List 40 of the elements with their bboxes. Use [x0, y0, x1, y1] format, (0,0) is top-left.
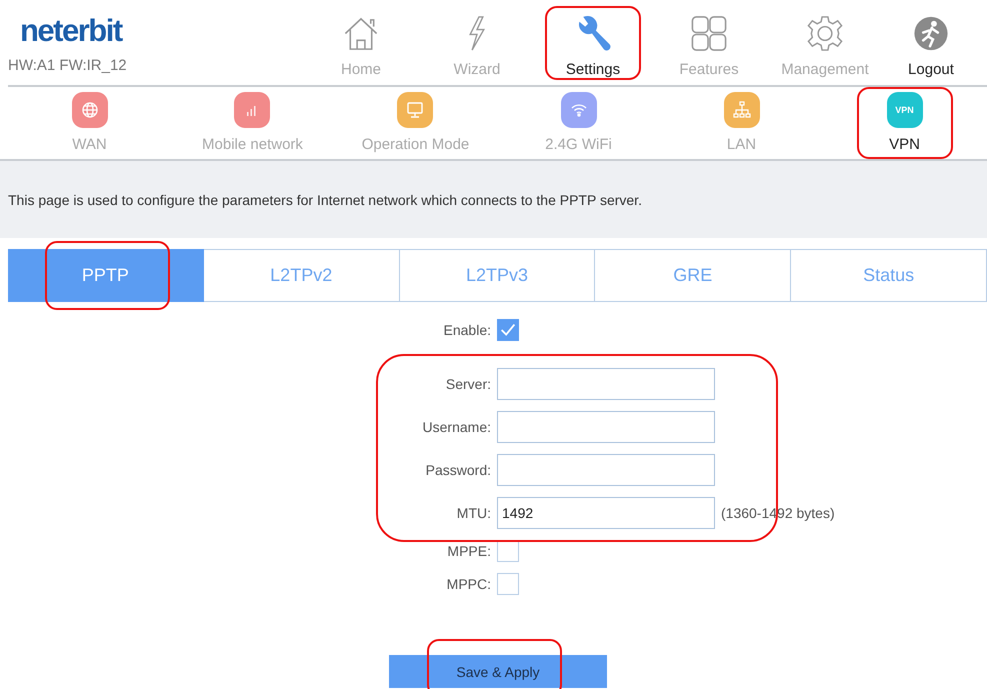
checkbox[interactable] [497, 573, 519, 595]
version-text: HW:A1 FW:IR_12 [8, 57, 127, 74]
nav-item[interactable]: Features [661, 6, 757, 80]
nav-item[interactable]: Management [777, 6, 873, 80]
category-item[interactable]: Operation Mode [354, 87, 478, 159]
nav-item[interactable]: Wizard [429, 6, 525, 80]
save-button[interactable]: Save & Apply [389, 655, 607, 688]
checkbox[interactable] [497, 540, 519, 562]
nav-item[interactable]: Home [313, 6, 409, 80]
page-description: This page is used to configure the parameters for Internet network which connects to the PPTP server. [8, 192, 642, 208]
field-label: Server: [444, 376, 492, 392]
field-label: Password: [424, 462, 492, 478]
tab[interactable]: PPTP [8, 249, 204, 302]
grid-icon [689, 14, 729, 53]
category-item[interactable]: 2.4G WiFi [530, 87, 626, 159]
tab[interactable]: GRE [595, 249, 792, 302]
category-item[interactable]: LAN [694, 87, 790, 159]
input-field[interactable]: 1492 [497, 497, 715, 529]
category-item[interactable]: WAN [42, 87, 138, 159]
nav-item[interactable]: Settings [545, 6, 641, 80]
globe-icon [80, 100, 100, 120]
tab[interactable]: L2TPv3 [400, 249, 596, 302]
category-tile: VPN [886, 92, 922, 128]
tab[interactable]: Status [791, 249, 987, 302]
checkbox[interactable] [497, 319, 519, 341]
input-field[interactable] [497, 454, 715, 486]
gear-icon [805, 14, 845, 53]
input-field[interactable] [497, 411, 715, 443]
nav-item[interactable]: Logout [883, 6, 979, 80]
field-label: Enable: [442, 322, 492, 338]
network-tree-icon [732, 100, 752, 120]
tab[interactable]: L2TPv2 [204, 249, 400, 302]
input-field[interactable] [497, 368, 715, 400]
field-label: MPPE: [446, 543, 492, 559]
monitor-icon [405, 100, 426, 120]
category-item[interactable]: Mobile network [194, 87, 311, 159]
field-label: MTU: [456, 505, 492, 521]
field-label: MPPC: [446, 576, 492, 592]
logo: neterbit [20, 14, 122, 48]
field-label: Username: [422, 419, 492, 435]
